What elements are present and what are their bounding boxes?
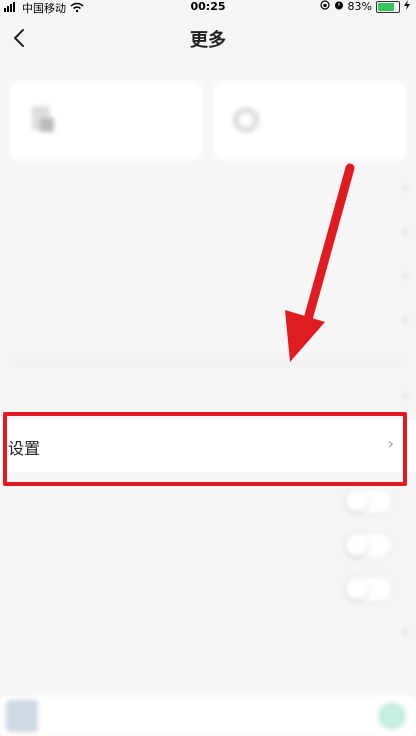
chevron-right-icon: ›	[402, 180, 408, 196]
list-item[interactable]: ›	[0, 168, 416, 212]
mini-player[interactable]	[0, 696, 416, 736]
toggle-knob	[346, 490, 368, 512]
battery-fill	[378, 2, 394, 11]
list-item[interactable]: ›	[0, 300, 416, 344]
toggle-switch[interactable]	[344, 576, 392, 602]
chevron-right-icon: ›	[402, 268, 408, 284]
toggle-row	[0, 568, 416, 612]
badge-icon	[233, 107, 259, 133]
status-bar: 中国移动 00:25 83%	[0, 0, 416, 15]
battery-icon	[376, 0, 400, 13]
list-item[interactable]: ›	[0, 212, 416, 256]
alarm-icon	[334, 0, 344, 13]
list-item[interactable]: ›	[0, 256, 416, 300]
rotation-lock-icon	[319, 0, 330, 13]
chevron-right-icon: ›	[402, 312, 408, 328]
highlight-box	[3, 412, 407, 486]
shortcut-card[interactable]	[10, 82, 202, 160]
toggle-knob	[346, 578, 368, 600]
album-thumbnail	[6, 700, 38, 732]
chevron-right-icon: ›	[402, 224, 408, 240]
section-divider	[10, 363, 406, 364]
page-title: 更多	[190, 30, 226, 51]
chevron-right-icon: ›	[402, 388, 408, 404]
toggle-switch[interactable]	[344, 488, 392, 514]
toggle-row	[0, 480, 416, 524]
toggle-switch[interactable]	[344, 532, 392, 558]
shortcut-card[interactable]	[214, 82, 406, 160]
document-icon	[32, 106, 54, 132]
toggle-row	[0, 524, 416, 568]
toggle-knob	[346, 534, 368, 556]
nav-bar: 更多	[0, 18, 416, 62]
status-right: 83%	[319, 0, 410, 13]
play-button[interactable]	[378, 702, 406, 730]
list-item[interactable]: ›	[0, 612, 416, 656]
battery-percent: 83%	[347, 0, 372, 13]
charging-icon	[404, 0, 410, 13]
chevron-right-icon: ›	[402, 624, 408, 640]
shortcut-cards	[10, 82, 406, 160]
